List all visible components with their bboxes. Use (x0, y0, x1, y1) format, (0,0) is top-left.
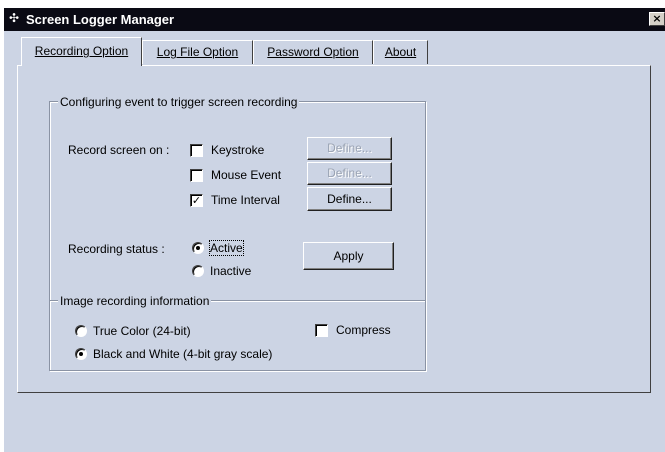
inactive-label: Inactive (210, 264, 252, 278)
define-keystroke-label: Define... (327, 141, 372, 155)
inactive-radio[interactable] (192, 265, 204, 277)
recording-status-label: Recording status : (68, 242, 165, 256)
compress-checkbox[interactable] (315, 324, 328, 337)
tab-label: Recording Option (34, 44, 129, 58)
tab-label: Log File Option (156, 45, 239, 59)
keystroke-checkbox[interactable] (190, 144, 203, 157)
active-radio[interactable] (192, 242, 204, 254)
tab-password-option[interactable]: Password Option (253, 40, 373, 64)
define-mouse-event-button[interactable]: Define... (307, 162, 392, 185)
define-keystroke-button[interactable]: Define... (307, 137, 392, 160)
true-color-label: True Color (24-bit) (93, 324, 191, 338)
time-interval-checkbox[interactable]: ✓ (190, 194, 203, 207)
title-bar[interactable]: ✣ Screen Logger Manager × (4, 8, 665, 31)
close-button[interactable]: × (649, 12, 665, 26)
compress-label: Compress (336, 323, 391, 337)
tab-log-file-option[interactable]: Log File Option (142, 40, 253, 64)
apply-button[interactable]: Apply (303, 242, 394, 270)
image-group-legend: Image recording information (58, 294, 212, 308)
time-interval-label: Time Interval (211, 193, 280, 207)
window-title: Screen Logger Manager (26, 12, 175, 27)
close-icon: × (652, 12, 662, 25)
define-time-interval-label: Define... (327, 192, 372, 206)
mouse-event-label: Mouse Event (211, 168, 282, 182)
active-label: Active (209, 240, 244, 256)
mouse-event-checkbox[interactable] (190, 169, 203, 182)
black-and-white-radio[interactable] (75, 348, 87, 360)
tab-recording-option[interactable]: Recording Option (21, 37, 142, 66)
record-screen-on-label: Record screen on : (68, 143, 170, 157)
tab-label: About (384, 45, 417, 59)
define-mouse-event-label: Define... (327, 166, 372, 180)
black-and-white-label: Black and White (4-bit gray scale) (93, 347, 273, 361)
tab-about[interactable]: About (373, 40, 428, 64)
define-time-interval-button[interactable]: Define... (307, 187, 392, 211)
tab-label: Password Option (267, 45, 359, 59)
apply-label: Apply (333, 249, 364, 263)
trigger-group-legend: Configuring event to trigger screen reco… (58, 95, 300, 109)
true-color-radio[interactable] (75, 325, 87, 337)
keystroke-label: Keystroke (211, 143, 265, 157)
app-icon: ✣ (9, 11, 20, 25)
